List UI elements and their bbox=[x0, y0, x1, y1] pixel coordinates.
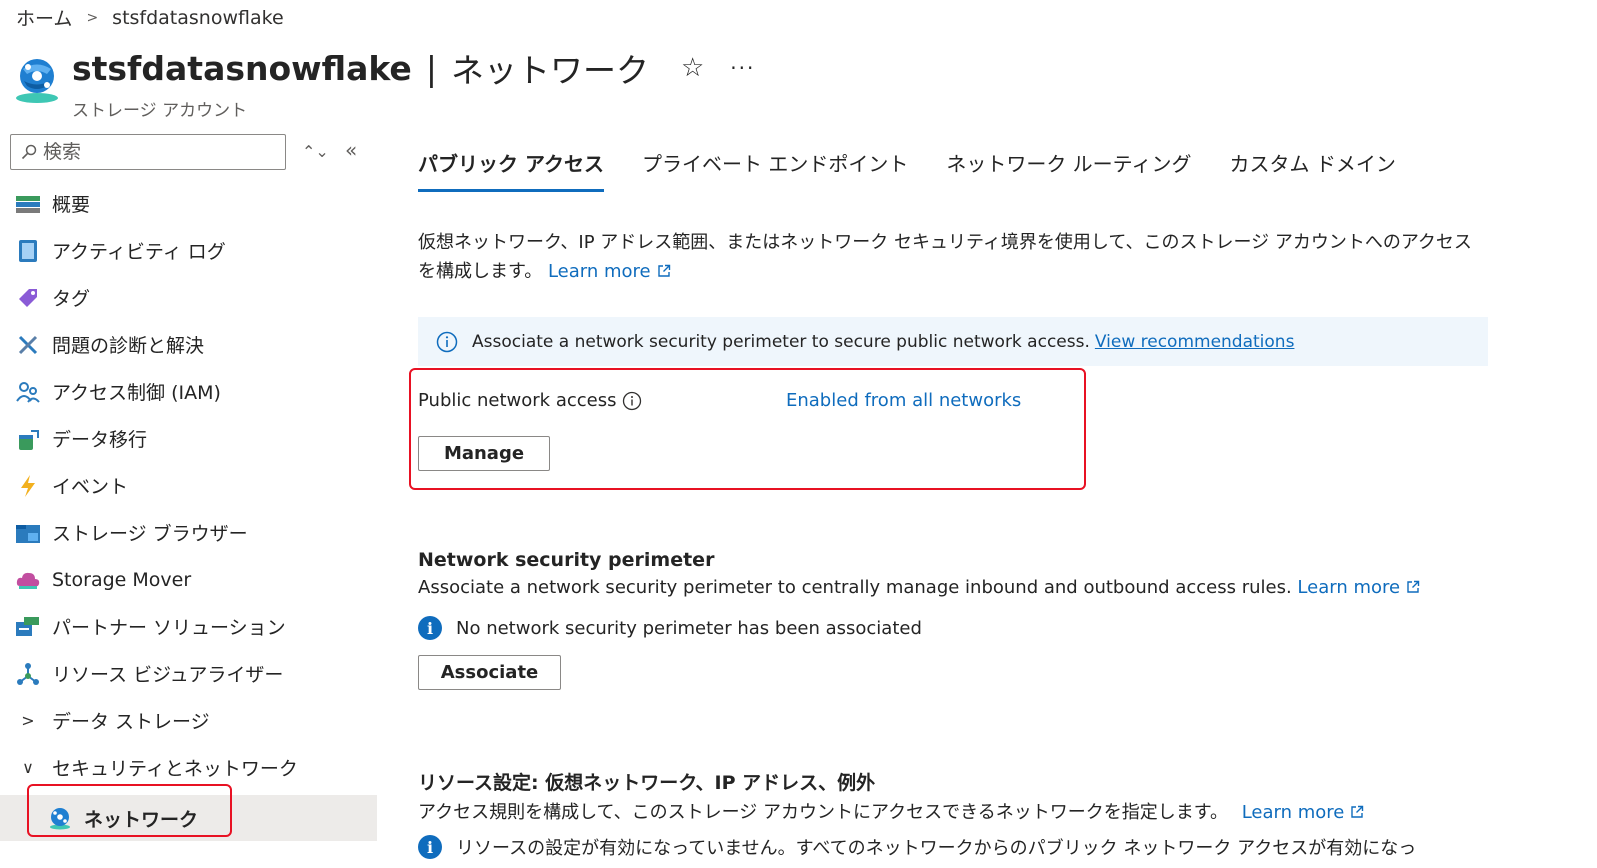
sidebar-item-label: アクセス制御 (IAM) bbox=[52, 382, 221, 404]
chevron-down-icon: ∨ bbox=[22, 758, 34, 777]
tab-bar: パブリック アクセス プライベート エンドポイント ネットワーク ルーティング … bbox=[418, 128, 1578, 192]
data-migration-icon bbox=[16, 427, 40, 451]
sidebar-item-storage-browser[interactable]: ストレージ ブラウザー bbox=[0, 509, 377, 556]
page-subtitle: ストレージ アカウント bbox=[72, 101, 248, 121]
learn-more-link[interactable]: Learn more bbox=[548, 261, 671, 282]
sidebar-search-input[interactable] bbox=[43, 141, 273, 163]
breadcrumb-home[interactable]: ホーム bbox=[16, 4, 72, 31]
sidebar-item-events[interactable]: イベント bbox=[0, 462, 377, 509]
sidebar-nav: 概要 アクティビティ ログ タグ 問題の診断と解決 アクセス制御 (IAM) デ… bbox=[0, 180, 377, 841]
search-icon bbox=[21, 144, 37, 160]
tab-private-endpoint[interactable]: プライベート エンドポイント bbox=[642, 148, 908, 192]
tab-public-access[interactable]: パブリック アクセス bbox=[418, 148, 604, 192]
sort-toggle-icon[interactable]: ⌃⌄ bbox=[302, 142, 329, 161]
sidebar-item-label: リソース ビジュアライザー bbox=[52, 664, 284, 686]
sidebar-item-label: Storage Mover bbox=[52, 568, 192, 591]
sidebar-item-data-migration[interactable]: データ移行 bbox=[0, 415, 377, 462]
activity-log-icon bbox=[16, 239, 40, 263]
sidebar-item-tags[interactable]: タグ bbox=[0, 274, 377, 321]
page-header: stsfdatasnowflake | ネットワーク ☆ ··· ストレージ ア… bbox=[14, 44, 755, 121]
sidebar-item-label: 問題の診断と解決 bbox=[52, 335, 205, 357]
nsp-info-message: i No network security perimeter has been… bbox=[418, 616, 922, 640]
highlight-network-nav bbox=[27, 784, 232, 837]
more-options-icon[interactable]: ··· bbox=[730, 56, 755, 80]
sidebar-search-box[interactable] bbox=[10, 134, 286, 170]
partner-solutions-icon bbox=[16, 615, 40, 639]
title-separator: | bbox=[425, 48, 437, 88]
page-title: stsfdatasnowflake bbox=[72, 48, 412, 88]
sidebar-item-label: アクティビティ ログ bbox=[52, 241, 226, 263]
associate-button[interactable]: Associate bbox=[418, 655, 561, 690]
banner-text: Associate a network security perimeter t… bbox=[472, 331, 1090, 352]
storage-account-network-icon bbox=[16, 59, 58, 103]
sidebar-item-label: イベント bbox=[52, 476, 129, 498]
tab-custom-domain[interactable]: カスタム ドメイン bbox=[1230, 148, 1396, 192]
nsp-section-description: Associate a network security perimeter t… bbox=[418, 577, 1420, 598]
sidebar: ⌃⌄ « 概要 アクティビティ ログ タグ 問題の診断と解決 bbox=[0, 128, 377, 868]
diagnose-icon bbox=[16, 333, 40, 357]
tab-network-routing[interactable]: ネットワーク ルーティング bbox=[946, 148, 1191, 192]
sidebar-item-iam[interactable]: アクセス制御 (IAM) bbox=[0, 368, 377, 415]
resource-settings-info-message: i リソースの設定が有効になっていません。すべてのネットワークからのパブリック … bbox=[418, 834, 1416, 860]
sidebar-item-diagnose[interactable]: 問題の診断と解決 bbox=[0, 321, 377, 368]
resource-settings-title: リソース設定: 仮想ネットワーク、IP アドレス、例外 bbox=[418, 772, 876, 794]
nsp-recommendation-banner: Associate a network security perimeter t… bbox=[418, 317, 1488, 366]
breadcrumb: ホーム > stsfdatasnowflake bbox=[16, 4, 284, 31]
external-link-icon bbox=[657, 264, 670, 277]
public-access-description: 仮想ネットワーク、IP アドレス範囲、またはネットワーク セキュリティ境界を使用… bbox=[418, 232, 1472, 282]
view-recommendations-link[interactable]: View recommendations bbox=[1095, 332, 1295, 352]
overview-icon bbox=[16, 192, 40, 216]
sidebar-item-label: 概要 bbox=[52, 194, 91, 216]
sidebar-item-storage-mover[interactable]: Storage Mover bbox=[0, 556, 377, 603]
sidebar-item-overview[interactable]: 概要 bbox=[0, 180, 377, 227]
external-link-icon bbox=[1351, 805, 1364, 818]
resource-visualizer-icon bbox=[16, 662, 40, 686]
chevron-right-icon: > bbox=[21, 711, 35, 730]
sidebar-item-label: ストレージ ブラウザー bbox=[52, 523, 248, 545]
page-section-title: ネットワーク bbox=[450, 51, 649, 90]
storage-browser-icon bbox=[16, 521, 40, 545]
sidebar-item-partner-solutions[interactable]: パートナー ソリューション bbox=[0, 603, 377, 650]
storage-mover-icon bbox=[16, 568, 40, 592]
info-filled-icon: i bbox=[418, 616, 442, 640]
sidebar-item-label: データ移行 bbox=[52, 429, 148, 451]
breadcrumb-separator: > bbox=[86, 9, 99, 26]
favorite-star-icon[interactable]: ☆ bbox=[681, 53, 704, 83]
sidebar-group-data-storage[interactable]: > データ ストレージ bbox=[0, 697, 377, 744]
resource-settings-description: アクセス規則を構成して、このストレージ アカウントにアクセスできるネットワークを… bbox=[418, 798, 1364, 824]
resource-settings-learn-more-link[interactable]: Learn more bbox=[1242, 802, 1365, 823]
info-filled-icon: i bbox=[418, 835, 442, 859]
highlight-public-network-access bbox=[409, 368, 1086, 490]
info-icon bbox=[436, 331, 458, 352]
external-link-icon bbox=[1407, 580, 1420, 593]
nsp-learn-more-link[interactable]: Learn more bbox=[1297, 577, 1420, 598]
sidebar-item-label: パートナー ソリューション bbox=[52, 617, 286, 639]
collapse-sidebar-icon[interactable]: « bbox=[345, 138, 357, 162]
sidebar-item-resource-visualizer[interactable]: リソース ビジュアライザー bbox=[0, 650, 377, 697]
sidebar-group-label: セキュリティとネットワーク bbox=[52, 758, 298, 780]
tag-icon bbox=[16, 286, 40, 310]
nsp-section-title: Network security perimeter bbox=[418, 549, 715, 571]
breadcrumb-current[interactable]: stsfdatasnowflake bbox=[112, 7, 283, 29]
events-icon bbox=[16, 474, 40, 498]
iam-icon bbox=[16, 380, 40, 404]
sidebar-group-label: データ ストレージ bbox=[52, 711, 210, 733]
sidebar-item-label: タグ bbox=[52, 288, 91, 310]
main-content: パブリック アクセス プライベート エンドポイント ネットワーク ルーティング … bbox=[418, 128, 1578, 859]
sidebar-item-activity-log[interactable]: アクティビティ ログ bbox=[0, 227, 377, 274]
